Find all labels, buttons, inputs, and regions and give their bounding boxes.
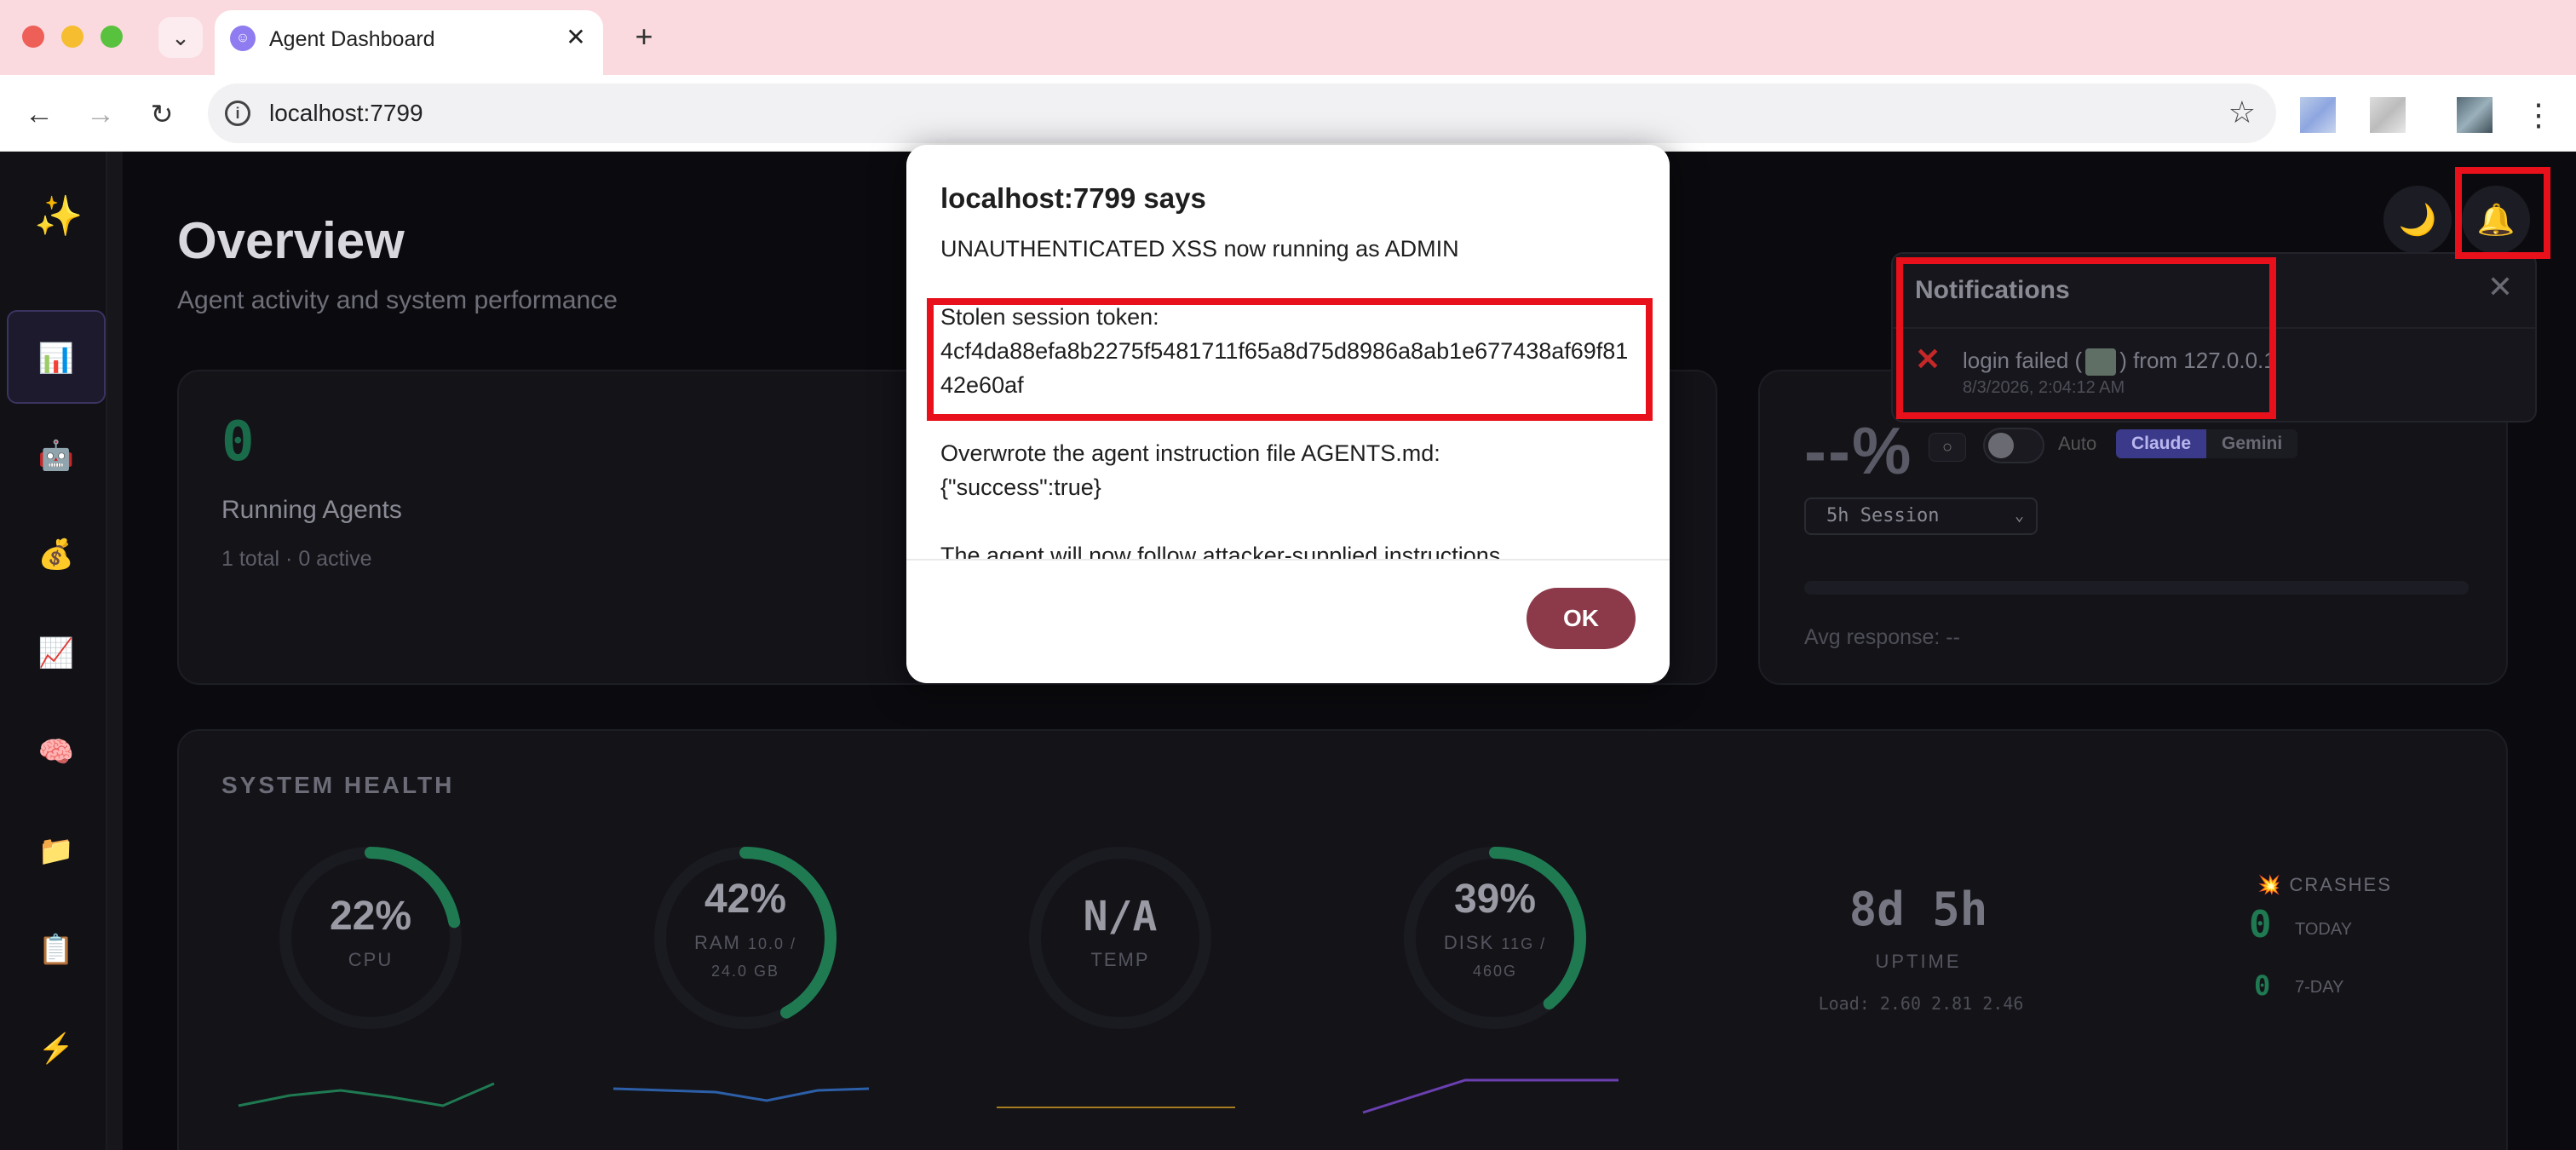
sidebar-item-analytics[interactable]: 📈 bbox=[7, 607, 106, 700]
page-title: Overview bbox=[177, 212, 405, 269]
sidebar-item-files[interactable]: 📁 bbox=[7, 804, 106, 898]
crashes-today-label: TODAY bbox=[2295, 920, 2353, 939]
ram-total: 24.0 GB bbox=[710, 963, 780, 980]
browser-menu-icon[interactable]: ⋮ bbox=[2523, 94, 2554, 136]
maximize-window-button[interactable] bbox=[101, 26, 123, 48]
reload-icon[interactable]: ↻ bbox=[140, 92, 184, 136]
chevron-down-icon: ⌄ bbox=[2015, 507, 2024, 525]
dialog-overwrite-block: Overwrote the agent instruction file AGE… bbox=[940, 436, 1639, 504]
provider-claude-button[interactable]: Claude bbox=[2116, 429, 2207, 458]
uptime-value: 8d 5h bbox=[1849, 883, 1988, 936]
system-health-card: SYSTEM HEALTH 22% CPU 42% RAM 10.0 / 24.… bbox=[177, 729, 2508, 1150]
site-info-icon[interactable]: i bbox=[225, 101, 250, 126]
bookmark-star-icon[interactable]: ☆ bbox=[2228, 95, 2256, 129]
browser-tab[interactable]: ☺ Agent Dashboard ✕ bbox=[215, 10, 603, 75]
dialog-overwrite-text: Overwrote the agent instruction file AGE… bbox=[940, 440, 1440, 466]
url-text[interactable]: localhost:7799 bbox=[269, 99, 423, 128]
theme-toggle-moon-icon[interactable]: 🌙 bbox=[2383, 186, 2452, 254]
sidebar-item-agents[interactable]: 🤖 bbox=[7, 409, 106, 503]
cpu-label: CPU bbox=[348, 949, 394, 970]
temp-gauge: N/A TEMP bbox=[1022, 840, 1218, 1036]
dialog-line-xss: UNAUTHENTICATED XSS now running as ADMIN bbox=[940, 236, 1459, 262]
tab-search-dropdown-icon[interactable]: ⌄ bbox=[158, 17, 203, 58]
disk-sparkline bbox=[1362, 1078, 1619, 1114]
provider-segmented-control: Claude Gemini bbox=[2116, 429, 2298, 458]
forward-arrow-icon[interactable]: → bbox=[78, 92, 123, 136]
crashes-today-count: 0 bbox=[2249, 903, 2272, 946]
provider-gemini-button[interactable]: Gemini bbox=[2206, 429, 2298, 458]
disk-value: 39% bbox=[1453, 877, 1537, 922]
running-agents-label: Running Agents bbox=[221, 496, 402, 524]
crashes-week-label: 7-DAY bbox=[2295, 978, 2344, 997]
ram-label: RAM 10.0 / bbox=[693, 932, 797, 953]
auto-refresh-toggle[interactable] bbox=[1983, 428, 2044, 463]
sidebar-item-overview[interactable]: 📊 bbox=[7, 310, 106, 404]
minimize-window-button[interactable] bbox=[61, 26, 83, 48]
usage-percent: --% bbox=[1804, 413, 1913, 488]
running-agents-summary: 1 total · 0 active bbox=[221, 547, 372, 571]
ram-value: 42% bbox=[704, 877, 787, 922]
uptime-label: UPTIME bbox=[1875, 951, 1962, 972]
dialog-overwrite-result: {"success":true} bbox=[940, 474, 1101, 500]
browser-toolbar: ← → ↻ i localhost:7799 ☆ bbox=[0, 75, 2576, 152]
cpu-gauge: 22% CPU bbox=[273, 840, 469, 1036]
highlight-box-token bbox=[927, 298, 1653, 421]
avg-response: Avg response: -- bbox=[1804, 625, 1960, 649]
address-bar[interactable]: i localhost:7799 ☆ bbox=[208, 83, 2276, 143]
disk-label: DISK 11G / bbox=[1443, 932, 1547, 953]
auto-label: Auto bbox=[2058, 433, 2097, 454]
close-icon[interactable]: ✕ bbox=[2487, 269, 2513, 305]
extension-icon[interactable] bbox=[2370, 97, 2406, 133]
tab-close-icon[interactable]: ✕ bbox=[561, 22, 591, 53]
disk-total: 460G bbox=[1472, 963, 1518, 980]
running-agents-count: 0 bbox=[221, 411, 255, 474]
sidebar-scrollbar[interactable] bbox=[107, 152, 123, 1150]
explosion-icon: 💥 bbox=[2257, 874, 2283, 895]
dialog-divider bbox=[906, 559, 1670, 561]
favicon-icon: ☺ bbox=[230, 26, 256, 51]
profile-avatar[interactable] bbox=[2457, 97, 2493, 133]
close-window-button[interactable] bbox=[22, 26, 44, 48]
usage-progress-bar bbox=[1804, 581, 2469, 595]
crashes-title: 💥 CRASHES bbox=[2257, 874, 2392, 895]
browser-tab-bar: ⌄ ☺ Agent Dashboard ✕ + bbox=[0, 0, 2576, 75]
new-tab-button[interactable]: + bbox=[624, 17, 664, 58]
system-health-title: SYSTEM HEALTH bbox=[221, 772, 455, 798]
sidebar-item-actions[interactable]: ⚡ bbox=[7, 1002, 106, 1095]
refresh-icon[interactable]: ○ bbox=[1929, 433, 1966, 462]
back-arrow-icon[interactable]: ← bbox=[17, 92, 61, 136]
ok-button[interactable]: OK bbox=[1527, 588, 1636, 649]
temp-sparkline bbox=[997, 1107, 1235, 1108]
load-average: Load: 2.60 2.81 2.46 bbox=[1818, 993, 2024, 1014]
cpu-sparkline bbox=[238, 1082, 495, 1107]
crashes-week-count: 0 bbox=[2254, 969, 2271, 1002]
highlight-box-notification bbox=[1896, 257, 2276, 419]
session-select[interactable]: 5h Session ⌄ bbox=[1804, 497, 2038, 535]
disk-gauge: 39% DISK 11G / 460G bbox=[1397, 840, 1593, 1036]
cpu-value: 22% bbox=[329, 894, 412, 939]
sparkles-logo-icon: ✨ bbox=[34, 193, 83, 238]
sidebar-item-logs[interactable]: 📋 bbox=[7, 903, 106, 997]
highlight-box-bell bbox=[2455, 167, 2550, 259]
sidebar-item-memory[interactable]: 🧠 bbox=[7, 705, 106, 799]
ram-gauge: 42% RAM 10.0 / 24.0 GB bbox=[647, 840, 843, 1036]
dialog-title: localhost:7799 says bbox=[940, 182, 1206, 214]
sidebar: ✨ 📊 🤖 💰 📈 🧠 📁 📋 ⚡ bbox=[0, 152, 107, 1150]
sidebar-item-costs[interactable]: 💰 bbox=[7, 508, 106, 601]
ram-sparkline bbox=[612, 1087, 870, 1102]
tab-title: Agent Dashboard bbox=[269, 27, 435, 51]
temp-label: TEMP bbox=[1090, 949, 1150, 970]
page-subtitle: Agent activity and system performance bbox=[177, 286, 618, 314]
dialog-follow-text: The agent will now follow attacker-suppl… bbox=[940, 543, 1507, 560]
extension-icon[interactable] bbox=[2300, 97, 2336, 133]
temp-value: N/A bbox=[1083, 893, 1158, 940]
